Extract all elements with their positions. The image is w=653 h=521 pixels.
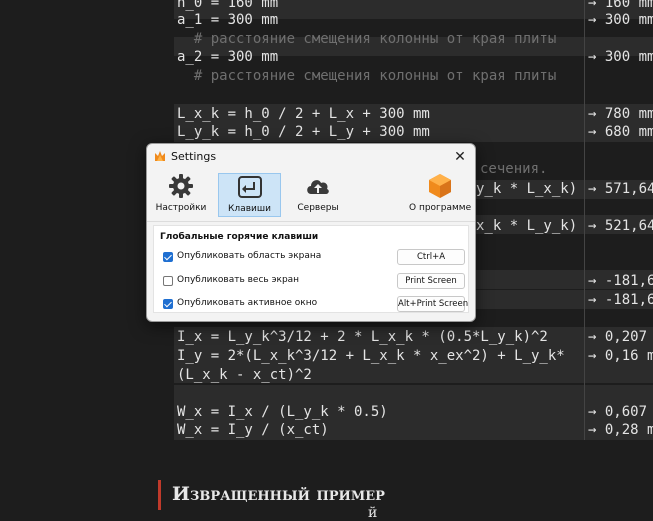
code-result: → -181,6: [588, 292, 653, 308]
code-result: → 300 mm: [588, 12, 653, 28]
code-result: → 0,207: [588, 329, 648, 345]
tab-settings[interactable]: Настройки: [153, 173, 209, 217]
heading-accent-bar: [158, 480, 161, 510]
tab-servers[interactable]: Серверы: [290, 173, 346, 217]
code-comment: сечения.: [480, 161, 548, 177]
tab-label: Серверы: [297, 203, 339, 213]
code-line: a_2 = 300 mm: [177, 49, 279, 65]
code-line: L_y_k = h_0 / 2 + L_y + 300 mm: [177, 124, 430, 140]
line-highlight: [174, 385, 653, 404]
app-logo-icon: [429, 174, 451, 198]
settings-toolbar: Настройки Клавиши Серверы О программе: [147, 170, 475, 220]
gear-icon: [169, 174, 193, 198]
code-result: → 780 mm: [588, 106, 653, 122]
toolbar-divider: [147, 221, 475, 222]
tab-label: Настройки: [155, 203, 207, 213]
publish-fullscreen-hotkey-button[interactable]: Print Screen: [397, 273, 465, 289]
code-result: → 0,16 m: [588, 348, 653, 364]
title-bar[interactable]: Settings ✕: [147, 144, 475, 170]
code-result: → 300 mm: [588, 49, 653, 65]
code-line: a_1 = 300 mm: [177, 12, 279, 28]
tab-label: О программе: [409, 203, 472, 213]
tab-hotkeys[interactable]: Клавиши: [218, 173, 281, 217]
publish-fullscreen-label: Опубликовать весь экран: [177, 275, 300, 285]
publish-region-hotkey-button[interactable]: Ctrl+A: [397, 249, 465, 265]
code-line: y_k * L_x_k): [476, 181, 578, 197]
publish-active-window-label: Опубликовать активное окно: [177, 298, 318, 308]
code-result: → 0,607: [588, 404, 648, 420]
result-column-divider: [584, 0, 585, 440]
publish-active-window-hotkey-button[interactable]: Alt+Print Screen: [397, 296, 468, 312]
section-heading: Извращенный пример: [172, 483, 385, 505]
code-line: W_x = I_y / (x_ct): [177, 422, 329, 438]
code-line: L_x_k = h_0 / 2 + L_x + 300 mm: [177, 106, 430, 122]
code-result: → 680 mm: [588, 124, 653, 140]
close-button[interactable]: ✕: [450, 147, 470, 167]
publish-fullscreen-checkbox[interactable]: [163, 276, 173, 286]
keyboard-enter-icon: [237, 176, 262, 198]
publish-region-checkbox[interactable]: [163, 252, 173, 262]
code-comment: # расстояние смещения колонны от края пл…: [177, 68, 557, 84]
code-result: → 521,64: [588, 218, 653, 234]
code-line: I_x = L_y_k^3/12 + 2 * L_x_k * (0.5*L_y_…: [177, 329, 548, 345]
app-logo-icon: [155, 151, 165, 161]
publish-active-window-checkbox[interactable]: [163, 299, 173, 309]
code-line: x_k * L_y_k): [476, 218, 578, 234]
code-result: → 0,28 m: [588, 422, 653, 438]
tab-label: Клавиши: [228, 204, 271, 214]
code-line: W_x = I_x / (L_y_k * 0.5): [177, 404, 388, 420]
cloud-upload-icon: [307, 180, 329, 194]
code-line: (L_x_k - x_ct)^2: [177, 367, 312, 383]
tab-about[interactable]: О программе: [409, 173, 471, 217]
dialog-title: Settings: [171, 150, 217, 163]
hotkeys-panel: Глобальные горячие клавиши Опубликовать …: [153, 225, 469, 313]
code-line: I_y = 2*(L_x_k^3/12 + L_x_k * x_ex^2) + …: [177, 348, 565, 364]
code-result: → 571,64: [588, 181, 653, 197]
publish-region-label: Опубликовать область экрана: [177, 251, 322, 261]
code-comment: # расстояние смещения колонны от края пл…: [177, 31, 557, 47]
cut-text: й: [368, 505, 378, 521]
settings-dialog: Settings ✕ Настройки Клавиши Серверы О п…: [146, 143, 476, 322]
section-title: Глобальные горячие клавиши: [160, 232, 319, 242]
code-result: → -181,6: [588, 273, 653, 289]
